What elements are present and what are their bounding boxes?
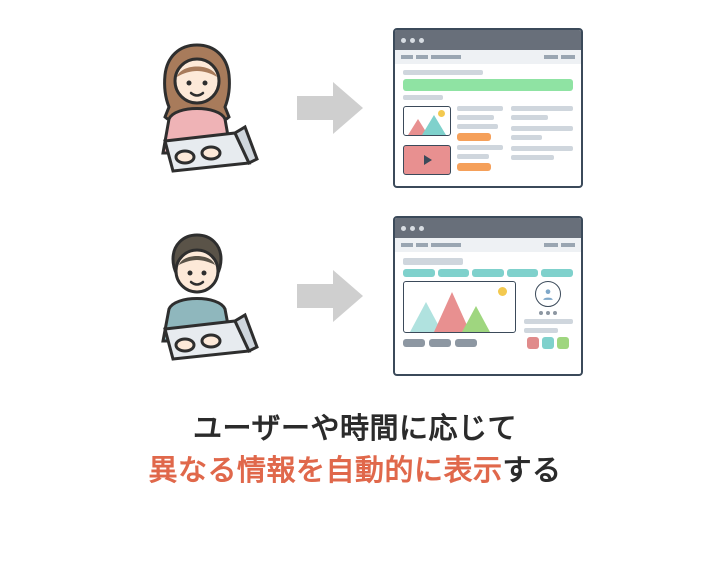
example-row-1	[0, 28, 710, 188]
man-user-icon	[127, 221, 267, 371]
caption-line-1: ユーザーや時間に応じて	[0, 408, 710, 450]
personalized-page-mockup-B	[393, 216, 583, 376]
caption-rest: する	[503, 455, 562, 487]
browser-toolbar	[395, 50, 581, 64]
chart-thumbnail-icon	[403, 281, 516, 333]
caption-line-2: 異なる情報を自動的に表示する	[0, 450, 710, 492]
caption-text: ユーザーや時間に応じて 異なる情報を自動的に表示する	[0, 408, 710, 492]
window-titlebar	[395, 218, 581, 238]
window-titlebar	[395, 30, 581, 50]
example-row-2	[0, 216, 710, 376]
social-icons	[524, 337, 573, 349]
image-thumbnail-icon	[403, 106, 451, 136]
arrow-right-icon	[295, 266, 365, 326]
browser-toolbar	[395, 238, 581, 252]
caption-highlight: 異なる情報を自動的に表示	[148, 455, 502, 487]
arrow-right-icon	[295, 78, 365, 138]
personalized-page-mockup-A	[393, 28, 583, 188]
play-icon	[403, 145, 451, 175]
user-avatar-icon	[535, 281, 561, 307]
woman-user-icon	[127, 33, 267, 183]
